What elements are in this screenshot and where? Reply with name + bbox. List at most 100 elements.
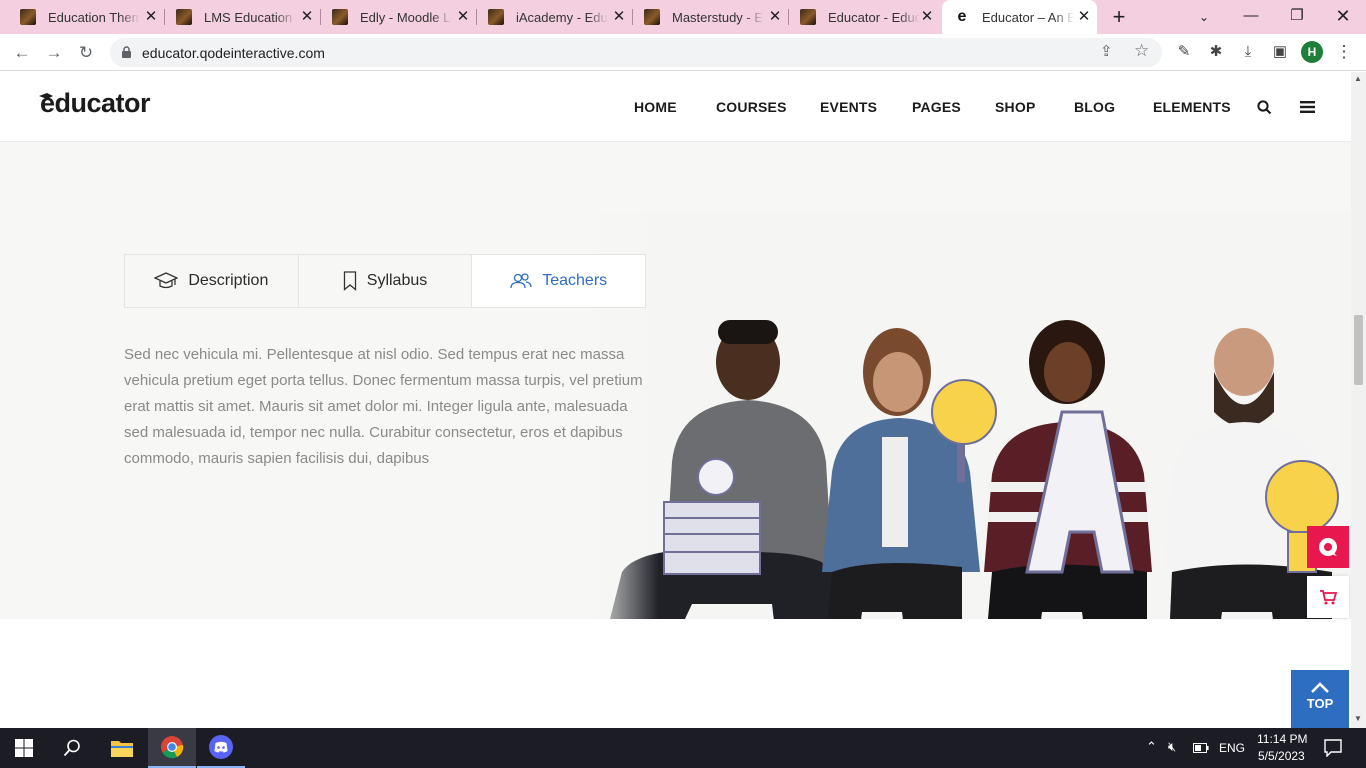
language-indicator[interactable]: ENG — [1219, 741, 1245, 755]
close-tab-icon[interactable]: ✕ — [918, 8, 936, 26]
tab-teachers[interactable]: Teachers — [472, 255, 646, 307]
taskbar-search-button[interactable] — [48, 728, 96, 768]
site-favicon-icon — [644, 9, 660, 25]
scroll-up-arrow-icon[interactable]: ▲ — [1354, 74, 1362, 83]
bookmark-icon — [343, 271, 356, 291]
tab-title: Education Theme — [48, 9, 140, 25]
site-favicon-icon — [488, 9, 504, 25]
extensions-icon[interactable]: ✱ — [1202, 38, 1230, 66]
browser-tab[interactable]: Educator - Education ✕ — [788, 3, 940, 31]
windows-logo-icon — [15, 739, 33, 757]
tab-title: LMS Education Theme — [204, 9, 296, 25]
site-logo[interactable]: educator — [40, 88, 151, 119]
course-tabs: Description Syllabus Teachers — [124, 254, 646, 308]
close-tab-icon[interactable]: ✕ — [454, 8, 472, 26]
forward-icon[interactable]: → — [41, 40, 67, 66]
scrollbar-thumb[interactable] — [1354, 315, 1363, 385]
course-description: Sed nec vehicula mi. Pellentesque at nis… — [124, 346, 643, 467]
site-favicon-icon — [176, 9, 192, 25]
site-favicon-icon — [20, 9, 36, 25]
chrome-icon — [161, 736, 184, 759]
close-tab-icon[interactable]: ✕ — [1075, 8, 1093, 26]
close-tab-icon[interactable]: ✕ — [298, 8, 316, 26]
side-panel-icon[interactable]: ▣ — [1266, 38, 1294, 66]
address-bar[interactable]: educator.qodeinteractive.com ⇪ ☆ — [110, 38, 1162, 67]
clock-date[interactable]: 5/5/2023 — [1258, 749, 1305, 763]
site-favicon-icon — [332, 9, 348, 25]
show-hidden-icons-icon[interactable]: ⌃ — [1146, 739, 1157, 755]
browser-tab[interactable]: Masterstudy - Education ✕ — [632, 3, 788, 31]
eyedropper-icon[interactable]: ✎ — [1170, 38, 1198, 66]
browser-tab-active[interactable]: e Educator – An Education ✕ — [942, 0, 1097, 34]
people-icon — [510, 273, 532, 289]
windows-taskbar: ⌃ 🔇︎ ENG 11:14 PM 5/5/2023 — [0, 728, 1366, 768]
cart-widget-button[interactable] — [1307, 576, 1349, 618]
browser-tab[interactable]: Education Theme ✕ — [8, 3, 164, 31]
nav-pages[interactable]: PAGES — [912, 99, 961, 115]
hamburger-menu-icon[interactable] — [1300, 101, 1315, 113]
clock-time[interactable]: 11:14 PM — [1257, 732, 1307, 746]
graduation-cap-icon — [154, 272, 179, 289]
back-to-top-label: TOP — [1306, 696, 1334, 711]
browser-toolbar: ← → ↻ educator.qodeinteractive.com ⇪ ☆ ✎… — [0, 34, 1366, 71]
download-icon[interactable]: ⤓ — [1234, 38, 1262, 66]
chevron-up-icon — [1311, 682, 1329, 693]
discord-taskbar-button[interactable] — [197, 728, 245, 768]
chat-widget-button[interactable] — [1307, 526, 1349, 568]
tab-label: Syllabus — [366, 272, 428, 289]
bookmark-star-icon[interactable]: ☆ — [1134, 41, 1149, 61]
page-scrollbar[interactable]: ▲ ▼ — [1351, 72, 1366, 728]
volume-muted-icon[interactable]: 🔇︎ — [1168, 739, 1176, 755]
tab-title: iAcademy - Education — [516, 9, 608, 25]
notifications-icon[interactable] — [1324, 739, 1342, 757]
nav-events[interactable]: EVENTS — [820, 99, 877, 115]
url-text: educator.qodeinteractive.com — [142, 45, 325, 61]
search-icon — [63, 739, 80, 757]
tab-title: Edly - Moodle LMS — [360, 9, 452, 25]
close-tab-icon[interactable]: ✕ — [610, 8, 628, 26]
discord-icon — [209, 735, 233, 759]
reload-icon[interactable]: ↻ — [73, 40, 99, 66]
browser-tab[interactable]: LMS Education Theme ✕ — [164, 3, 320, 31]
cart-icon — [1320, 590, 1337, 605]
tab-description[interactable]: Description — [125, 255, 299, 307]
menu-kebab-icon[interactable]: ⋮ — [1330, 38, 1358, 66]
chrome-taskbar-button[interactable] — [148, 728, 196, 768]
educator-favicon-icon: e — [957, 8, 967, 25]
nav-home[interactable]: HOME — [634, 99, 677, 115]
new-tab-icon[interactable]: + — [1106, 4, 1132, 30]
course-info-section: Description Syllabus Teachers Sed nec ve… — [0, 142, 1351, 619]
close-tab-icon[interactable]: ✕ — [142, 8, 160, 26]
browser-tab[interactable]: Edly - Moodle LMS ✕ — [320, 3, 476, 31]
search-icon[interactable] — [1257, 100, 1272, 115]
lock-icon — [122, 46, 131, 58]
students-photo — [582, 212, 1351, 619]
nav-shop[interactable]: SHOP — [995, 99, 1035, 115]
scroll-down-arrow-icon[interactable]: ▼ — [1354, 714, 1362, 723]
logo-cap-icon — [39, 93, 53, 99]
close-window-icon[interactable]: ✕ — [1320, 0, 1366, 34]
minimize-icon[interactable]: — — [1228, 0, 1274, 34]
tab-syllabus[interactable]: Syllabus — [299, 255, 473, 307]
restore-icon[interactable]: ❐ — [1274, 0, 1320, 34]
tab-title: Educator – An Education — [982, 9, 1074, 25]
nav-courses[interactable]: COURSES — [716, 99, 787, 115]
back-to-top-button[interactable]: TOP — [1291, 670, 1349, 728]
start-button[interactable] — [0, 728, 48, 768]
site-favicon-icon — [800, 9, 816, 25]
file-explorer-button[interactable] — [98, 728, 146, 768]
tab-search-icon[interactable]: ⌄ — [1192, 6, 1216, 28]
battery-icon[interactable] — [1193, 743, 1209, 753]
site-header: educator HOME COURSES EVENTS PAGES SHOP … — [0, 72, 1351, 142]
nav-blog[interactable]: BLOG — [1074, 99, 1115, 115]
close-tab-icon[interactable]: ✕ — [766, 8, 784, 26]
web-page: educator HOME COURSES EVENTS PAGES SHOP … — [0, 72, 1351, 728]
profile-avatar[interactable]: H — [1301, 41, 1323, 63]
nav-elements[interactable]: ELEMENTS — [1153, 99, 1231, 115]
tab-title: Masterstudy - Education — [672, 9, 764, 25]
back-icon[interactable]: ← — [9, 40, 35, 66]
tab-label: Description — [188, 272, 269, 289]
share-icon[interactable]: ⇪ — [1100, 42, 1113, 60]
logo-text: educator — [40, 88, 151, 118]
browser-tab[interactable]: iAcademy - Education ✕ — [476, 3, 632, 31]
